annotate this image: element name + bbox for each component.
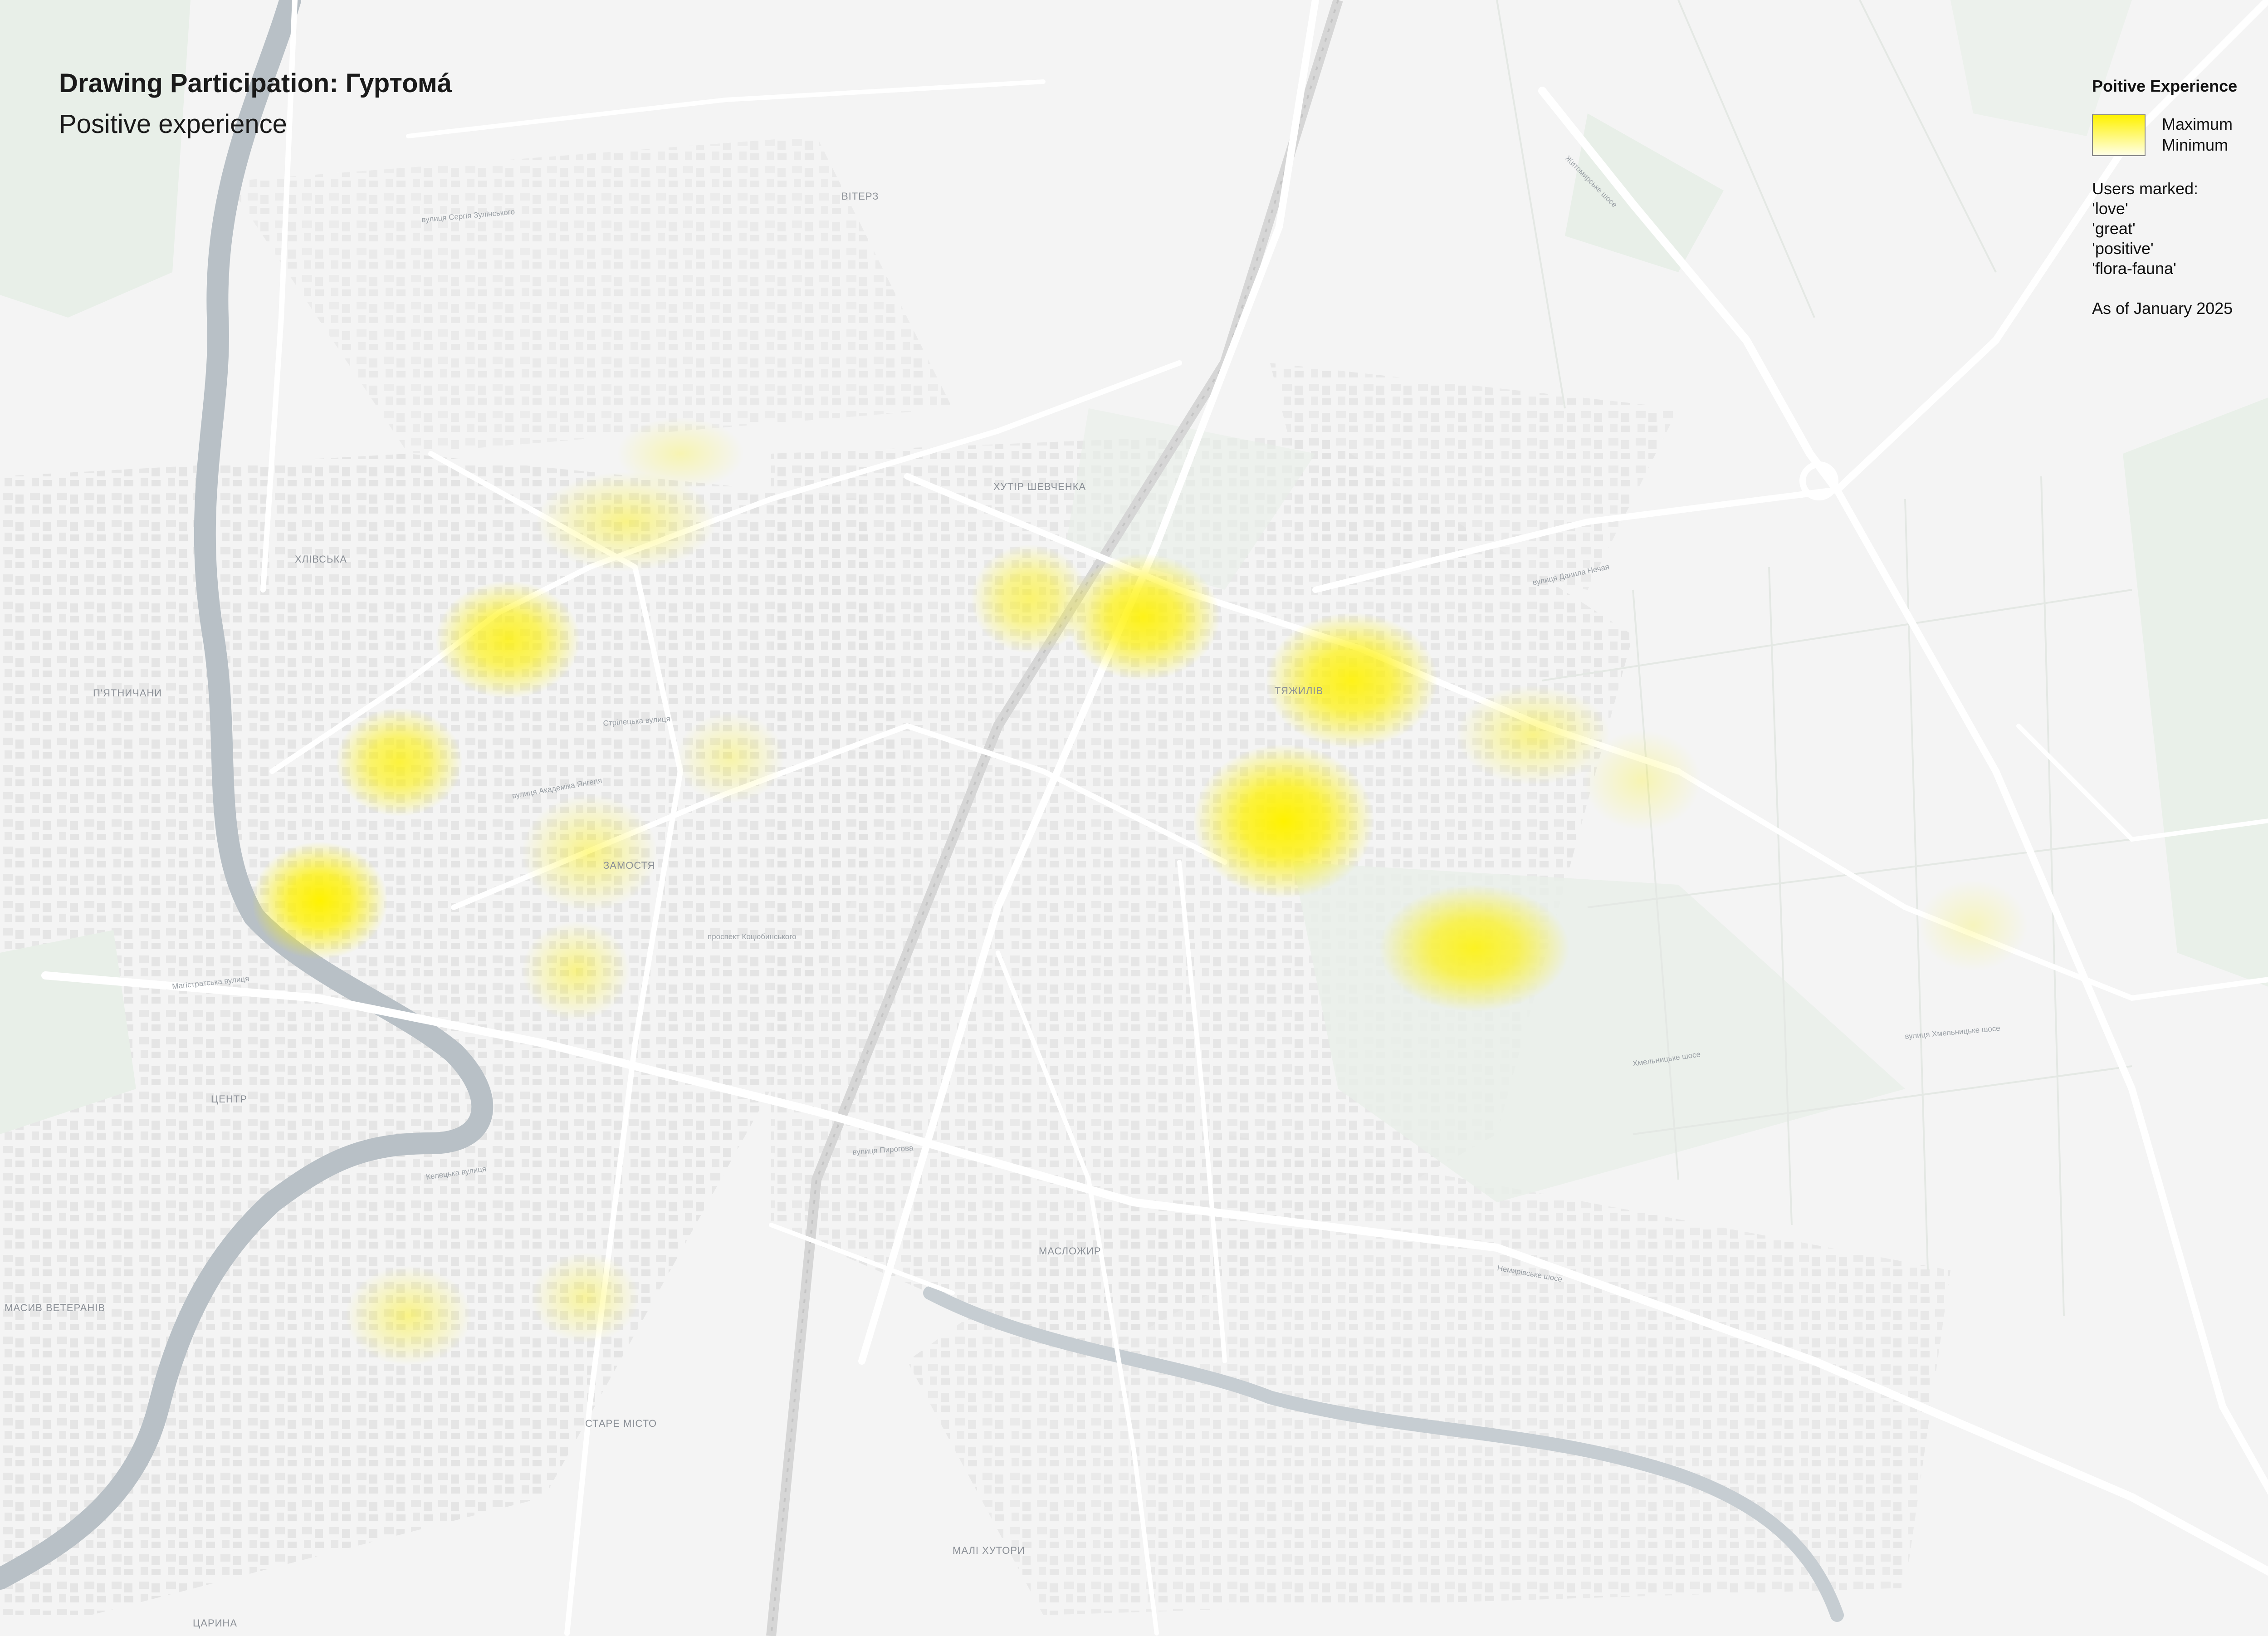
map-canvas[interactable]: ХЛІВСЬКА П'ЯТНИЧАНИ ЗАМОСТЯ ЦЕНТР МАСИВ … — [0, 0, 2268, 1636]
heat-spot — [1583, 730, 1701, 830]
heat-spot — [1066, 553, 1220, 681]
heat-spot — [336, 708, 463, 817]
map-subtitle: Positive experience — [59, 109, 287, 139]
legend-max-label: Maximum — [2162, 115, 2233, 133]
place-label: МАСИВ ВЕТЕРАНІВ — [5, 1302, 105, 1313]
legend-tag: 'great' — [2092, 219, 2136, 238]
legend-tag: 'love' — [2092, 199, 2128, 218]
heat-spot — [1919, 880, 2028, 971]
place-label: ЗАМОСТЯ — [603, 860, 655, 871]
legend-tag: 'flora-fauna' — [2092, 259, 2176, 278]
place-label: ХЛІВСЬКА — [295, 553, 347, 565]
place-label: СТАРЕ МІСТО — [585, 1418, 657, 1429]
legend-scale-labels: Maximum Minimum — [2162, 114, 2233, 156]
heat-spot — [676, 712, 785, 803]
street-label: проспект Коцюбинського — [708, 932, 797, 941]
heat-spot — [531, 1252, 640, 1343]
heat-spot — [1266, 612, 1438, 749]
legend-users-heading: Users marked: — [2092, 179, 2199, 198]
place-label: ХУТІР ШЕВЧЕНКА — [993, 481, 1086, 492]
heat-spot — [345, 1266, 472, 1366]
legend-scale: Maximum Minimum — [2092, 114, 2268, 156]
heat-spot — [1379, 885, 1569, 1012]
heat-spot — [522, 794, 658, 912]
place-label: ЦЕНТР — [211, 1093, 247, 1105]
place-label: П'ЯТНИЧАНИ — [93, 687, 162, 699]
heat-spot — [435, 581, 581, 699]
heat-spot — [522, 921, 631, 1021]
place-label: МАСЛОЖИР — [1039, 1245, 1101, 1257]
map-title: Drawing Participation: Гуртомá — [59, 69, 452, 98]
place-label: ЦАРИНА — [193, 1617, 237, 1629]
place-label: МАЛІ ХУТОРИ — [953, 1545, 1025, 1556]
legend-min-label: Minimum — [2162, 136, 2229, 154]
place-label: ТЯЖИЛІВ — [1275, 685, 1323, 696]
legend-gradient-swatch — [2092, 114, 2146, 156]
legend-title: Poitive Experience — [2092, 77, 2238, 95]
legend: Poitive Experience Maximum Minimum Users… — [2092, 76, 2268, 318]
legend-as-of: As of January 2025 — [2092, 299, 2233, 318]
place-label: ВІТЕРЗ — [841, 191, 879, 202]
heat-spot — [1193, 744, 1374, 898]
legend-tag: 'positive' — [2092, 239, 2154, 258]
heat-spot — [617, 417, 744, 490]
heat-spot — [252, 842, 388, 960]
